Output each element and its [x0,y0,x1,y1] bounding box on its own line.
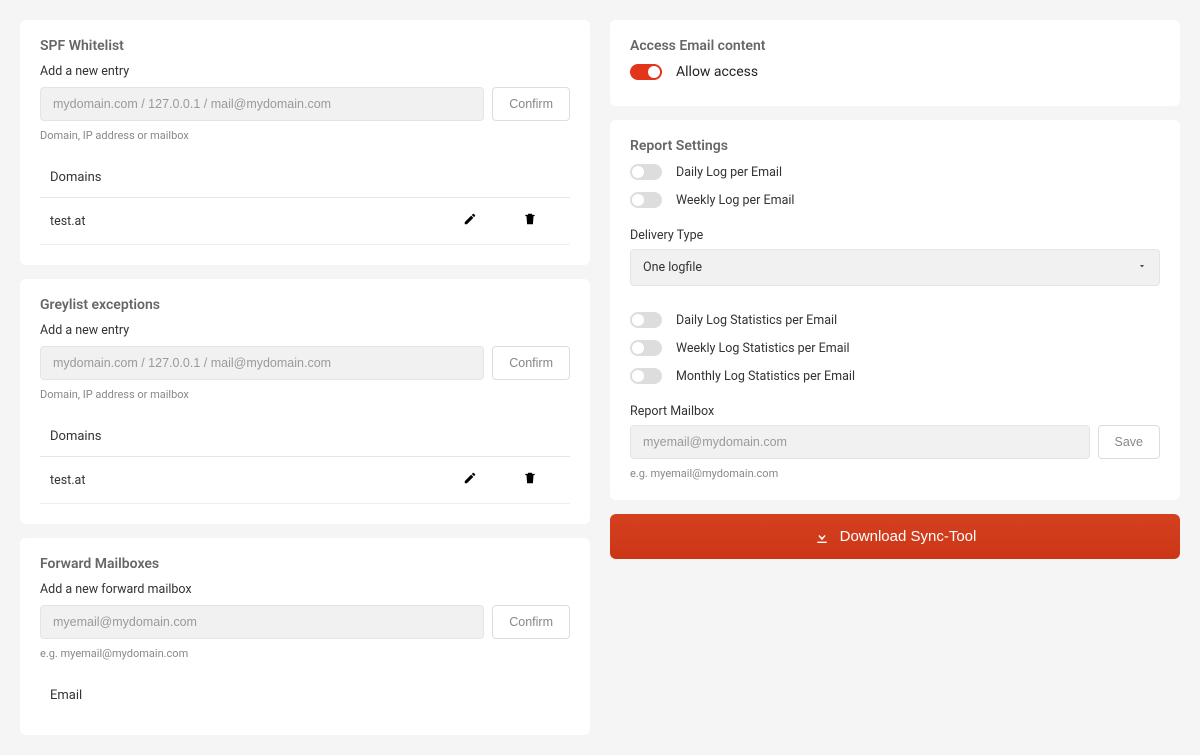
spf-whitelist-card: SPF Whitelist Add a new entry Confirm Do… [20,20,590,265]
weekly-stats-toggle[interactable] [630,340,662,356]
report-mailbox-label: Report Mailbox [630,404,1160,419]
daily-stats-toggle[interactable] [630,312,662,328]
pencil-icon [463,212,477,226]
forward-confirm-button[interactable]: Confirm [492,605,570,639]
greylist-title: Greylist exceptions [40,297,570,313]
spf-input[interactable] [40,87,484,121]
spf-title: SPF Whitelist [40,38,570,54]
trash-icon [523,212,537,226]
greylist-domains-header: Domains [40,419,570,457]
spf-domains-header: Domains [40,160,570,198]
delivery-type-select[interactable]: One logfile [630,249,1160,286]
monthly-stats-label: Monthly Log Statistics per Email [676,369,855,384]
domain-name: test.at [50,214,440,229]
greylist-card: Greylist exceptions Add a new entry Conf… [20,279,590,524]
greylist-add-label: Add a new entry [40,323,570,338]
forward-title: Forward Mailboxes [40,556,570,572]
delete-button[interactable] [500,471,560,489]
download-icon [814,529,830,545]
forward-hint: e.g. myemail@mydomain.com [40,647,570,660]
allow-access-label: Allow access [676,64,758,80]
download-sync-tool-button[interactable]: Download Sync-Tool [610,514,1180,559]
access-email-card: Access Email content Allow access [610,20,1180,106]
access-title: Access Email content [630,38,1160,54]
spf-add-label: Add a new entry [40,64,570,79]
forward-mailboxes-card: Forward Mailboxes Add a new forward mail… [20,538,590,735]
edit-button[interactable] [440,471,500,489]
table-row: test.at [40,457,570,504]
trash-icon [523,471,537,485]
forward-add-label: Add a new forward mailbox [40,582,570,597]
greylist-hint: Domain, IP address or mailbox [40,388,570,401]
daily-log-label: Daily Log per Email [676,165,782,180]
delivery-type-value: One logfile [643,260,702,275]
delivery-type-label: Delivery Type [630,228,1160,243]
greylist-input[interactable] [40,346,484,380]
spf-confirm-button[interactable]: Confirm [492,87,570,121]
report-settings-card: Report Settings Daily Log per Email Week… [610,120,1180,500]
report-title: Report Settings [630,138,1160,154]
weekly-log-label: Weekly Log per Email [676,193,794,208]
report-mailbox-hint: e.g. myemail@mydomain.com [630,467,1160,480]
chevron-down-icon [1137,260,1147,275]
spf-hint: Domain, IP address or mailbox [40,129,570,142]
delete-button[interactable] [500,212,560,230]
daily-stats-label: Daily Log Statistics per Email [676,313,837,328]
greylist-confirm-button[interactable]: Confirm [492,346,570,380]
weekly-log-toggle[interactable] [630,192,662,208]
pencil-icon [463,471,477,485]
save-button[interactable]: Save [1098,425,1161,459]
report-mailbox-input[interactable] [630,425,1090,459]
edit-button[interactable] [440,212,500,230]
daily-log-toggle[interactable] [630,164,662,180]
domain-name: test.at [50,473,440,488]
weekly-stats-label: Weekly Log Statistics per Email [676,341,850,356]
forward-email-header: Email [40,678,570,715]
table-row: test.at [40,198,570,245]
forward-input[interactable] [40,605,484,639]
monthly-stats-toggle[interactable] [630,368,662,384]
download-label: Download Sync-Tool [840,528,977,545]
allow-access-toggle[interactable] [630,64,662,80]
